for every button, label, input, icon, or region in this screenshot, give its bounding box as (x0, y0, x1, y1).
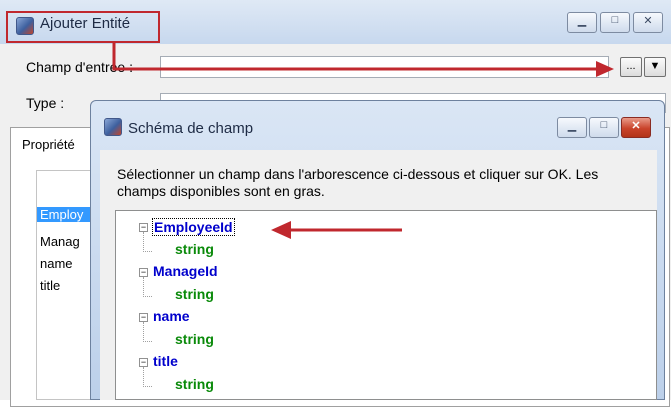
annotation-arrow-to-field (112, 43, 598, 71)
annotation-arrows (112, 43, 614, 239)
arrowhead-icon (596, 61, 614, 77)
arrowhead-icon (271, 221, 291, 239)
